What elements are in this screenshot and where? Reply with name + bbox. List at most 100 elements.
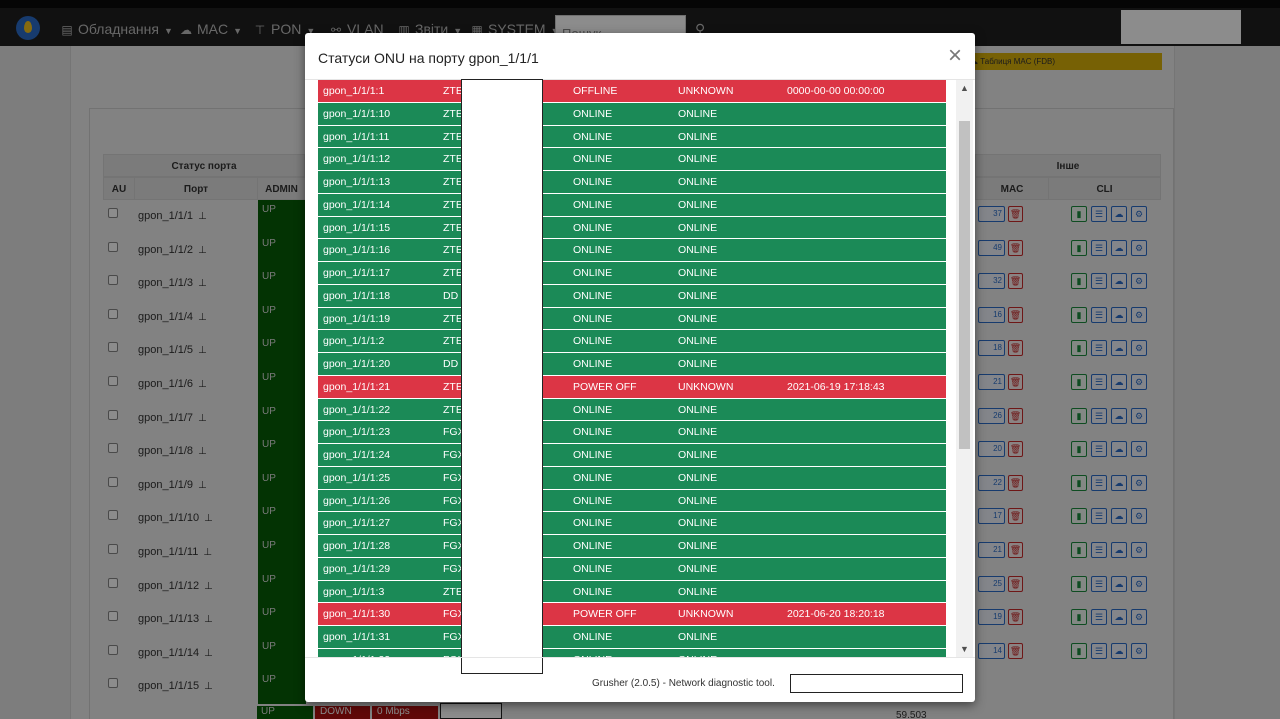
onu-status: UNKNOWN [678,608,734,621]
modal-footer: Grusher (2.0.5) - Network diagnostic too… [305,657,975,702]
modal-body: gpon_1/1/1:1 ZTE OFFLINE UNKNOWN 0000-00-00 … [305,79,975,657]
onu-port: gpon_1/1/1:26 [323,494,391,507]
onu-port: gpon_1/1/1:3 [323,585,385,598]
onu-port: gpon_1/1/1:30 [323,608,391,621]
onu-port: gpon_1/1/1:27 [323,517,391,530]
onu-state: ONLINE [573,426,613,439]
onu-last-change: 0000-00-00 00:00:00 [787,85,885,97]
onu-row[interactable]: gpon_1/1/1:14 ZTE ONLINE ONLINE [318,193,946,217]
onu-port: gpon_1/1/1:21 [323,380,391,393]
onu-row[interactable]: gpon_1/1/1:17 ZTE ONLINE ONLINE [318,262,946,285]
onu-status: ONLINE [678,289,718,302]
onu-state: ONLINE [573,631,613,643]
scroll-up-icon[interactable]: ▲ [956,80,973,97]
onu-port: gpon_1/1/1:29 [323,562,391,575]
onu-row[interactable]: gpon_1/1/1:10 ZTE ONLINE ONLINE [318,102,946,126]
onu-port: gpon_1/1/1:19 [323,312,391,325]
onu-row[interactable]: gpon_1/1/1:32FGXONLINEONLINE [318,648,946,657]
onu-model: ZTE [443,85,463,97]
onu-status: ONLINE [678,517,718,530]
onu-state: ONLINE [573,244,613,257]
onu-row[interactable]: gpon_1/1/1:28 FGX ONLINE ONLINE [318,535,946,558]
onu-status: ONLINE [678,471,718,484]
onu-status: ONLINE [678,631,718,643]
close-icon[interactable]: × [945,44,965,68]
onu-state: ONLINE [573,471,613,484]
onu-state: POWER OFF [573,380,637,393]
onu-row[interactable]: gpon_1/1/1:31 FGX ONLINE ONLINE [318,626,946,649]
onu-row[interactable]: gpon_1/1/1:19 ZTE ONLINE ONLINE [318,307,946,331]
modal-title: Статуси ONU на порту gpon_1/1/1 [318,50,539,66]
onu-row[interactable]: gpon_1/1/1:2 ZTE ONLINE ONLINE [318,330,946,353]
onu-model: ZTE [443,244,463,257]
onu-state: ONLINE [573,130,613,143]
onu-row[interactable]: gpon_1/1/1:18 DD ONLINE ONLINE [318,284,946,308]
onu-model: ZTE [443,130,463,143]
onu-port: gpon_1/1/1:10 [323,107,391,120]
onu-state: ONLINE [573,540,613,552]
onu-state: ONLINE [573,312,613,325]
onu-row[interactable]: gpon_1/1/1:23 FGX ONLINE ONLINE [318,421,946,444]
onu-status: ONLINE [678,335,718,348]
onu-status: ONLINE [678,562,718,575]
onu-model: DD [443,358,459,370]
onu-status: UNKNOWN [678,380,734,393]
onu-row[interactable]: gpon_1/1/1:12 ZTE ONLINE ONLINE [318,148,946,171]
onu-state: ONLINE [573,494,613,507]
onu-row[interactable]: gpon_1/1/1:30 FGX POWER OFF UNKNOWN 2021-06-… [318,603,946,626]
onu-model: ZTE [443,153,463,166]
onu-state: ONLINE [573,221,613,234]
onu-port: gpon_1/1/1:17 [323,267,391,279]
onu-row[interactable]: gpon_1/1/1:29 FGX ONLINE ONLINE [318,557,946,581]
footer-text: Grusher (2.0.5) - Network diagnostic too… [592,678,775,689]
onu-port: gpon_1/1/1:28 [323,540,391,552]
onu-row[interactable]: gpon_1/1/1:16 ZTE ONLINE ONLINE [318,239,946,262]
onu-row[interactable]: gpon_1/1/1:20 DD ONLINE ONLINE [318,353,946,376]
onu-state: ONLINE [573,153,613,166]
onu-port: gpon_1/1/1:13 [323,176,391,188]
onu-port: gpon_1/1/1:25 [323,471,391,484]
onu-row[interactable]: gpon_1/1/1:27 FGX ONLINE ONLINE [318,512,946,535]
onu-model: ZTE [443,107,463,120]
onu-row[interactable]: gpon_1/1/1:3 ZTE ONLINE ONLINE [318,580,946,604]
redacted-field [790,674,963,693]
onu-model: DD [443,289,459,302]
onu-status: ONLINE [678,585,718,598]
onu-row[interactable]: gpon_1/1/1:1 ZTE OFFLINE UNKNOWN 0000-00-00 … [318,80,946,103]
onu-row[interactable]: gpon_1/1/1:13 ZTE ONLINE ONLINE [318,171,946,194]
onu-model: ZTE [443,335,463,348]
onu-model: ZTE [443,221,463,234]
onu-row[interactable]: gpon_1/1/1:15 ZTE ONLINE ONLINE [318,216,946,240]
onu-row[interactable]: gpon_1/1/1:22 ZTE ONLINE ONLINE [318,398,946,422]
scrollbar[interactable]: ▲ ▼ [956,80,973,657]
onu-row[interactable]: gpon_1/1/1:26 FGX ONLINE ONLINE [318,489,946,513]
onu-status: ONLINE [678,540,718,552]
onu-state: ONLINE [573,449,613,461]
onu-status: ONLINE [678,494,718,507]
onu-state: ONLINE [573,198,613,211]
onu-model: ZTE [443,267,463,279]
redacted-column [461,79,543,674]
onu-port: gpon_1/1/1:23 [323,426,391,439]
onu-last-change: 2021-06-19 17:18:43 [787,380,885,393]
onu-model: ZTE [443,403,463,416]
onu-port: gpon_1/1/1:18 [323,289,391,302]
onu-port: gpon_1/1/1:11 [323,130,390,143]
onu-port: gpon_1/1/1:12 [323,153,391,166]
onu-state: POWER OFF [573,608,637,621]
onu-status: ONLINE [678,358,718,370]
onu-model: ZTE [443,176,463,188]
onu-state: ONLINE [573,358,613,370]
onu-row[interactable]: gpon_1/1/1:21 ZTE POWER OFF UNKNOWN 2021-06-… [318,375,946,399]
onu-port: gpon_1/1/1:14 [323,198,391,211]
onu-row[interactable]: gpon_1/1/1:24 FGX ONLINE ONLINE [318,444,946,467]
onu-status: ONLINE [678,198,718,211]
onu-status: ONLINE [678,153,718,166]
onu-status: ONLINE [678,176,718,188]
onu-row[interactable]: gpon_1/1/1:25 FGX ONLINE ONLINE [318,466,946,490]
onu-port: gpon_1/1/1:20 [323,358,391,370]
scroll-thumb[interactable] [959,121,970,449]
onu-list: gpon_1/1/1:1 ZTE OFFLINE UNKNOWN 0000-00-00 … [318,80,946,657]
onu-row[interactable]: gpon_1/1/1:11 ZTE ONLINE ONLINE [318,125,946,149]
scroll-down-icon[interactable]: ▼ [956,641,973,657]
